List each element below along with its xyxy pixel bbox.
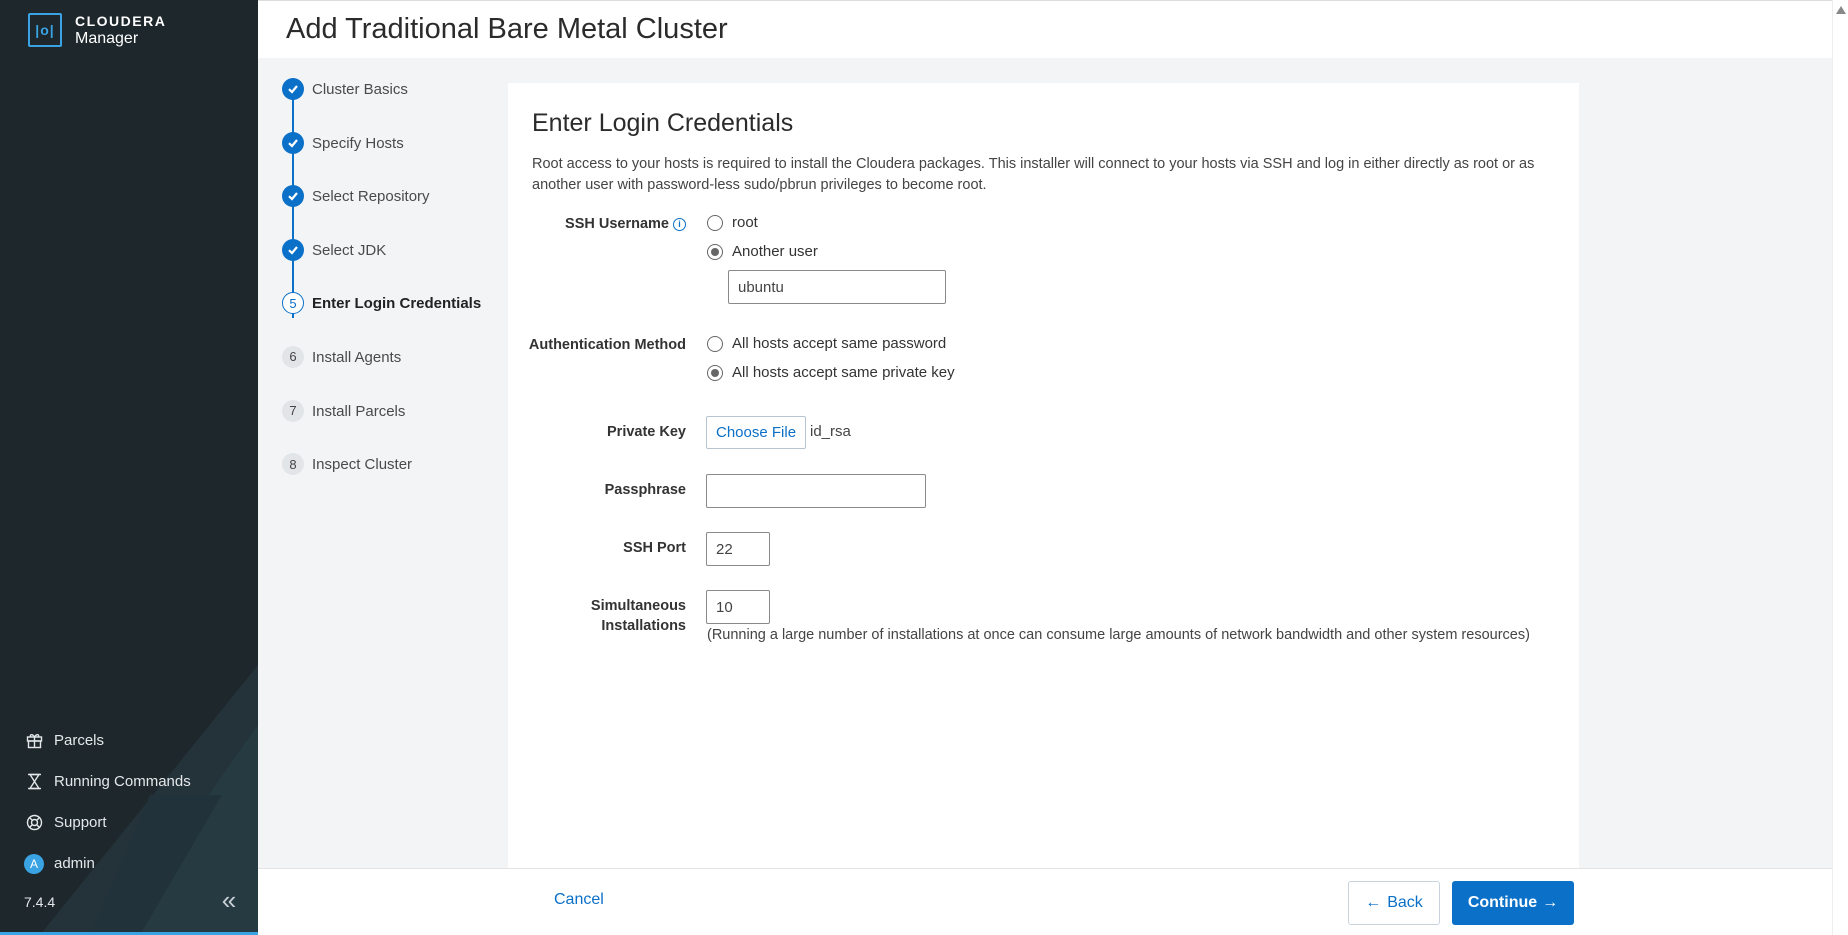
continue-button[interactable]: Continue → — [1452, 881, 1574, 925]
collapse-sidebar-icon[interactable]: « — [216, 887, 242, 914]
checkmark-icon — [282, 238, 304, 261]
step-cluster-basics[interactable]: Cluster Basics — [282, 78, 481, 132]
checkmark-icon — [282, 185, 304, 208]
label-line: Simultaneous — [590, 598, 686, 614]
radio-label: root — [732, 214, 758, 231]
checkmark-icon — [282, 78, 304, 100]
section-description: Root access to your hosts is required to… — [532, 156, 1535, 193]
sidebar: |o| CLOUDERA Manager Parcels Running Com… — [0, 0, 258, 935]
step-label: Install Parcels — [312, 402, 406, 420]
back-button[interactable]: ← Back — [1348, 881, 1440, 925]
brand-product: Manager — [75, 30, 139, 47]
sidebar-item-label: Support — [54, 814, 107, 831]
radio-circle[interactable] — [707, 364, 723, 381]
step-label: Enter Login Credentials — [312, 295, 482, 313]
simultaneous-installations-hint: (Running a large number of installations… — [707, 627, 1530, 643]
ssh-username-another-user-radio[interactable]: Another user — [707, 243, 818, 260]
label-line: Installations — [601, 618, 686, 634]
auth-method-label: Authentication Method — [528, 337, 686, 353]
selected-file-name: id_rsa — [810, 423, 851, 440]
radio-circle[interactable] — [707, 243, 723, 260]
page-header: Add Traditional Bare Metal Cluster — [258, 0, 1832, 58]
ssh-username-label-text: SSH Username — [565, 216, 669, 232]
step-label: Install Agents — [312, 348, 402, 366]
step-label: Inspect Cluster — [312, 456, 413, 474]
sidebar-item-admin[interactable]: A admin — [24, 843, 191, 884]
sidebar-item-parcels[interactable]: Parcels — [24, 720, 191, 761]
step-number: 7 — [282, 399, 304, 422]
step-number: 5 — [282, 292, 304, 315]
ssh-port-label: SSH Port — [623, 540, 686, 556]
step-specify-hosts[interactable]: Specify Hosts — [282, 131, 481, 186]
sidebar-item-label: Parcels — [54, 732, 105, 749]
continue-label: Continue — [1467, 894, 1538, 911]
step-label: Specify Hosts — [312, 134, 404, 152]
sidebar-item-label: admin — [54, 855, 95, 872]
sidebar-item-running-commands[interactable]: Running Commands — [24, 761, 191, 802]
credentials-card: Enter Login Credentials Root access to y… — [508, 83, 1579, 868]
back-label: Back — [1387, 894, 1423, 911]
checkmark-icon — [282, 131, 304, 154]
ssh-username-input[interactable]: ubuntu — [728, 270, 946, 304]
gift-icon — [24, 731, 44, 751]
step-label: Select Repository — [312, 188, 430, 206]
step-enter-login-credentials: 5 Enter Login Credentials — [282, 292, 481, 346]
page-scrollbar[interactable] — [1832, 0, 1848, 935]
brand[interactable]: |o| CLOUDERA Manager — [28, 13, 166, 47]
scroll-up-arrow-icon[interactable] — [1836, 6, 1846, 14]
private-key-label: Private Key — [607, 424, 686, 440]
radio-label: All hosts accept same password — [732, 335, 947, 352]
page-title: Add Traditional Bare Metal Cluster — [286, 13, 728, 45]
ssh-username-label: SSH Username i — [508, 214, 686, 234]
step-label: Select JDK — [312, 241, 387, 259]
brand-name: CLOUDERA — [75, 13, 167, 29]
ssh-port-input[interactable]: 22 — [706, 532, 770, 566]
radio-label: Another user — [732, 243, 818, 260]
step-inspect-cluster: 8 Inspect Cluster — [282, 453, 481, 507]
auth-same-password-radio[interactable]: All hosts accept same password — [707, 335, 946, 352]
ssh-username-root-radio[interactable]: root — [707, 214, 758, 231]
step-select-jdk[interactable]: Select JDK — [282, 238, 481, 293]
wizard-footer: Cancel ← Back Continue → — [258, 868, 1832, 935]
cloudera-logo-icon: |o| — [28, 13, 62, 47]
sidebar-item-support[interactable]: Support — [24, 802, 191, 843]
user-avatar-icon: A — [24, 853, 44, 874]
hourglass-icon — [24, 772, 44, 792]
avatar: A — [24, 853, 44, 874]
radio-circle[interactable] — [707, 335, 723, 352]
cancel-button[interactable]: Cancel — [554, 891, 604, 909]
step-select-repository[interactable]: Select Repository — [282, 185, 481, 239]
wizard-steps: Cluster Basics Specify Hosts Select Repo… — [282, 78, 481, 507]
choose-file-button[interactable]: Choose File — [706, 416, 807, 449]
step-number: 8 — [282, 453, 304, 476]
arrow-right-icon: → — [1542, 894, 1559, 911]
step-label: Cluster Basics — [312, 81, 408, 98]
step-install-agents: 6 Install Agents — [282, 345, 481, 400]
step-install-parcels: 7 Install Parcels — [282, 399, 481, 454]
simultaneous-installations-input[interactable]: 10 — [706, 590, 770, 624]
sidebar-nav: Parcels Running Commands Support A admin — [24, 720, 191, 884]
passphrase-input[interactable] — [706, 474, 926, 508]
simultaneous-installations-label: Simultaneous Installations — [508, 596, 686, 636]
step-number: 6 — [282, 345, 304, 368]
radio-circle[interactable] — [707, 214, 723, 231]
passphrase-label: Passphrase — [604, 482, 686, 498]
info-icon[interactable]: i — [673, 218, 686, 231]
sidebar-item-label: Running Commands — [54, 773, 191, 790]
radio-label: All hosts accept same private key — [732, 364, 955, 381]
auth-same-private-key-radio[interactable]: All hosts accept same private key — [707, 364, 955, 381]
section-title: Enter Login Credentials — [532, 109, 794, 137]
lifebuoy-icon — [24, 813, 44, 833]
version-label: 7.4.4 — [24, 894, 56, 910]
arrow-left-icon: ← — [1365, 894, 1382, 911]
